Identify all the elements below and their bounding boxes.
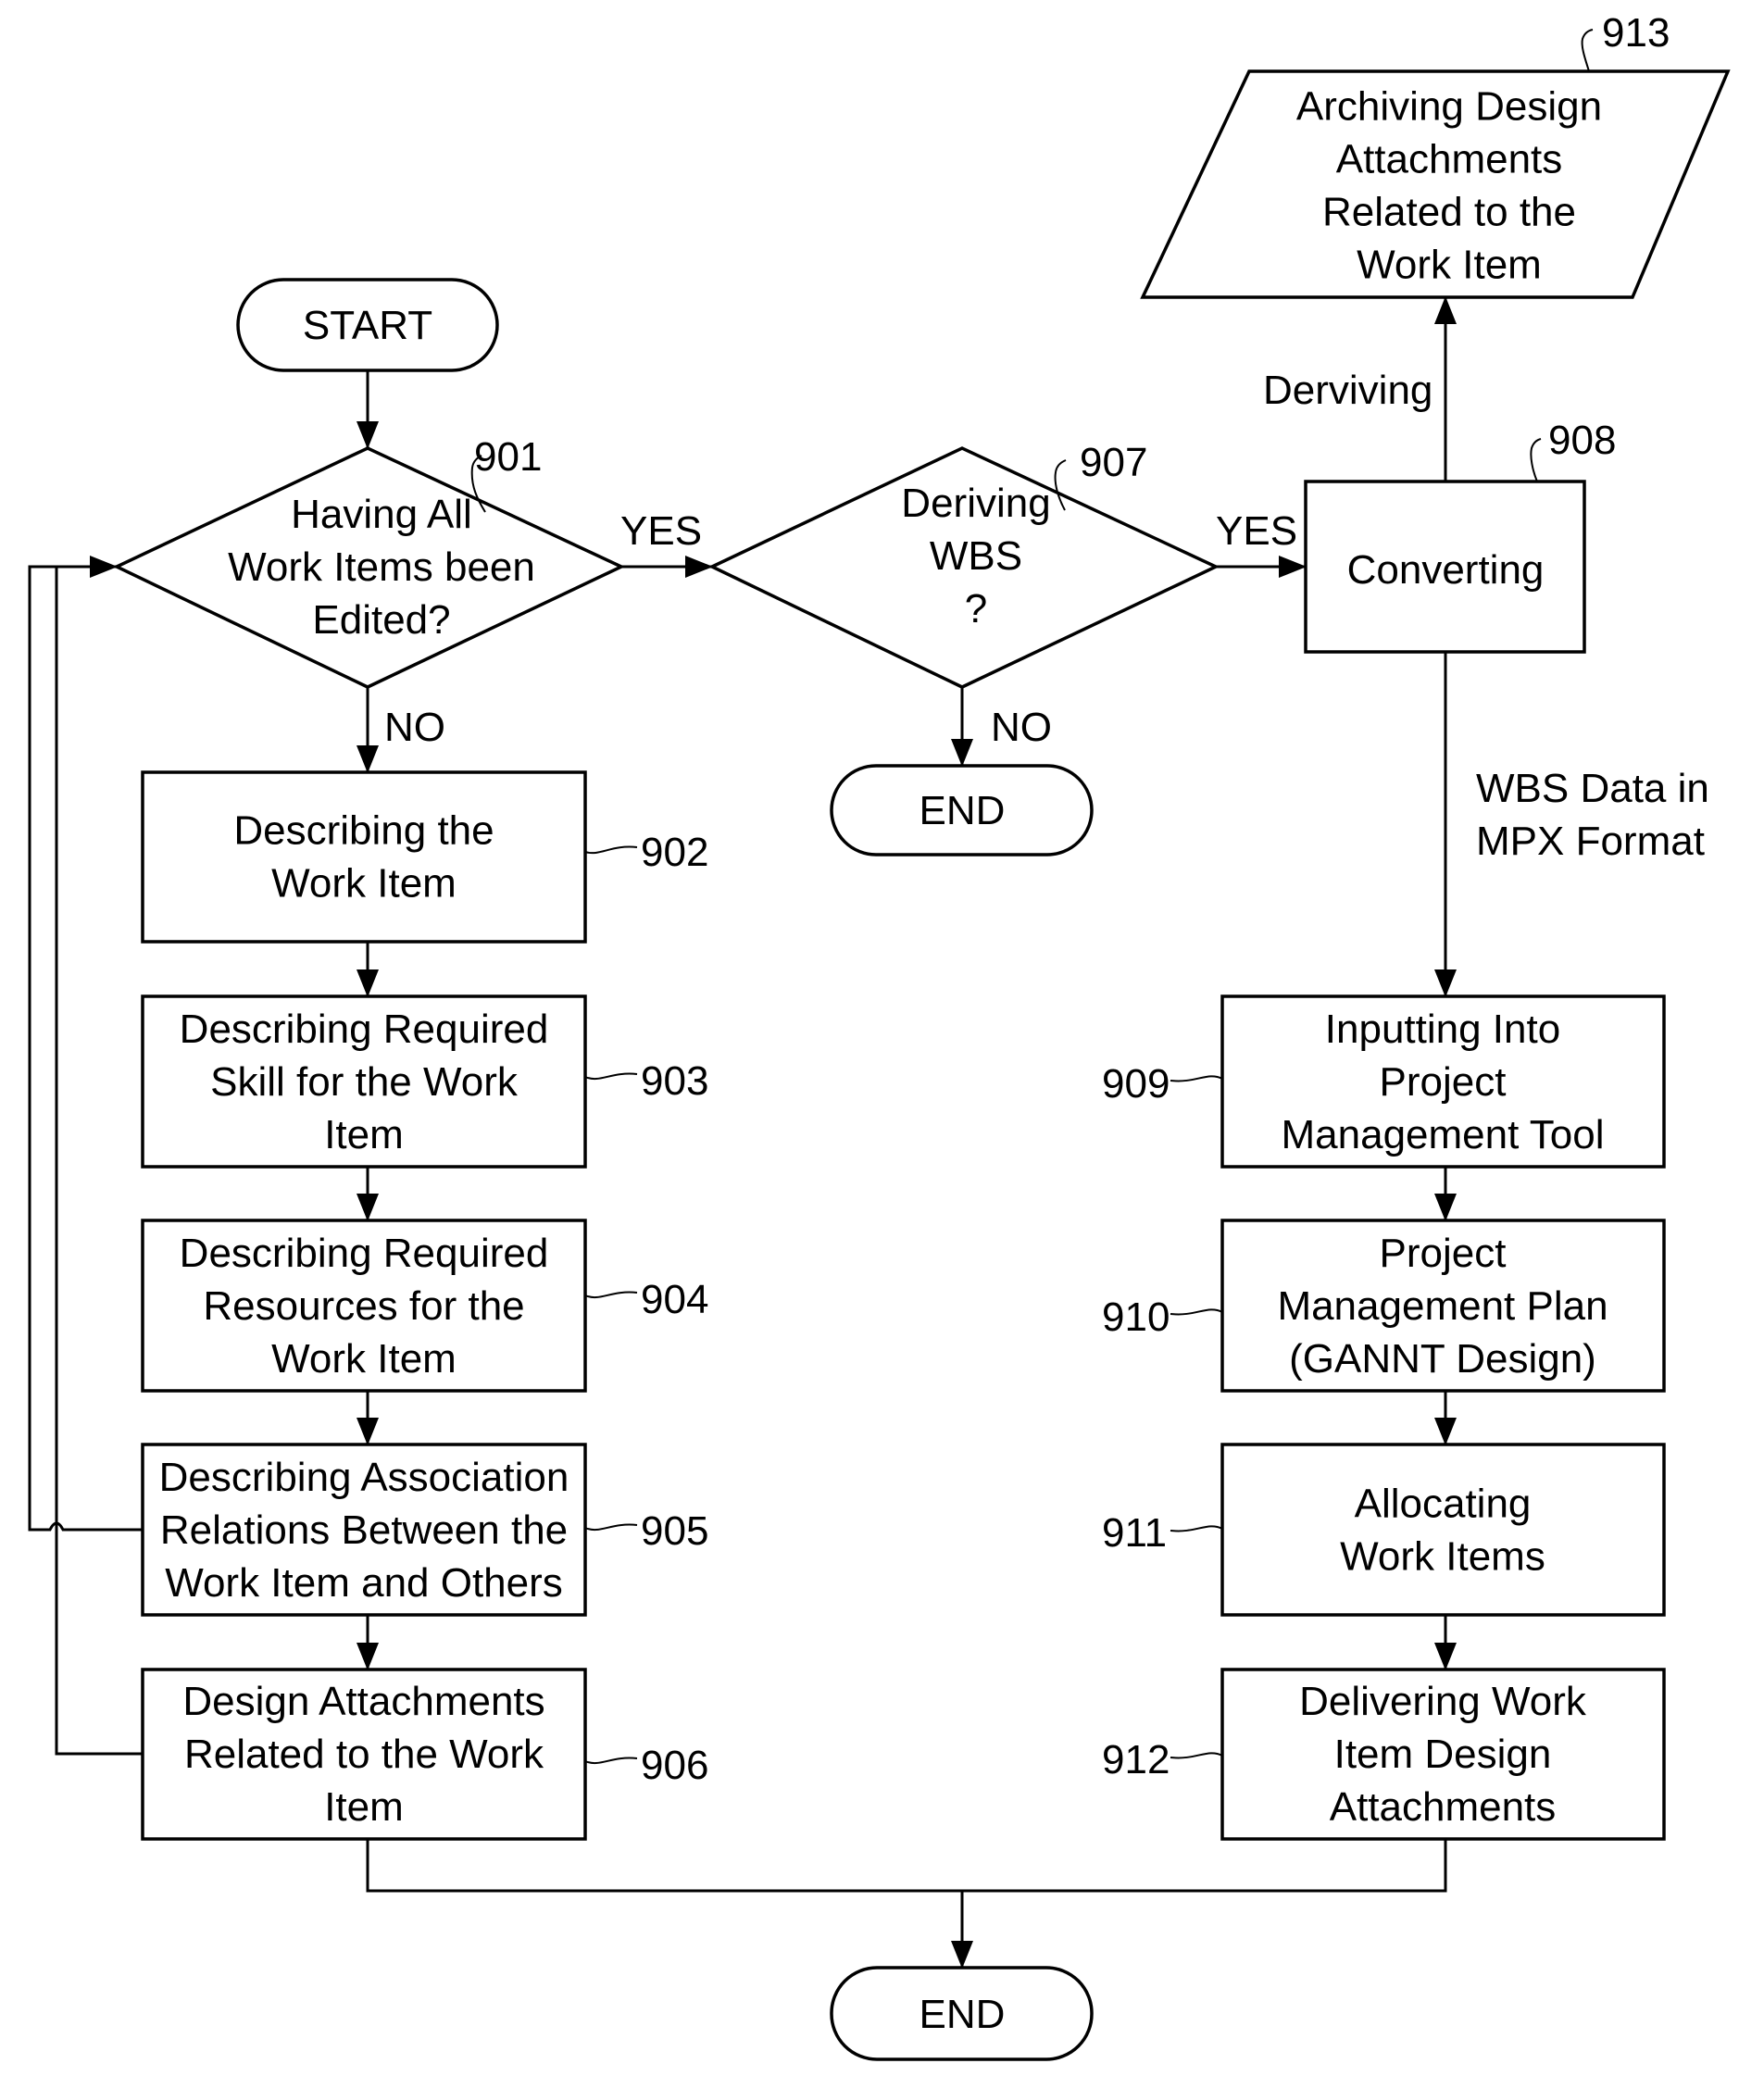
ref-number-904: 904 [641, 1277, 708, 1322]
ref-leader-905 [584, 1523, 638, 1532]
node-label-line: Item [324, 1112, 404, 1157]
node-label-line: Attachments [1330, 1784, 1557, 1830]
node-label-line: Management Plan [1277, 1283, 1608, 1329]
ref-number-908: 908 [1548, 418, 1616, 463]
node-label-line: Converting [1347, 547, 1545, 593]
node-label-line: ? [965, 586, 987, 632]
node-label-line: Related to the [1322, 190, 1576, 235]
edge-label-yes-901: YES [620, 508, 702, 554]
node-909-process: Inputting Into Project Management Tool 909 [1102, 994, 1666, 1169]
node-label-line: Design Attachments [182, 1679, 544, 1724]
node-label-line: Delivering Work [1299, 1679, 1587, 1724]
ref-leader-913 [1581, 29, 1594, 72]
ref-number-906: 906 [641, 1743, 708, 1788]
node-903-process: Describing Required Skill for the Work Ite… [141, 994, 708, 1169]
node-end-1: END [830, 764, 1094, 857]
node-label-line: Work Item [271, 1336, 457, 1382]
ref-number-902: 902 [641, 830, 708, 875]
node-902-process: Describing the Work Item 902 [141, 770, 708, 944]
node-label-line: Having All [291, 492, 472, 537]
node-907-decision: Deriving WBS? 907 [707, 440, 1220, 689]
node-label-line: Skill for the Work [210, 1059, 519, 1105]
ref-leader-906 [584, 1757, 638, 1765]
node-912-process: Delivering Work Item Design Attachments 91… [1102, 1668, 1666, 1841]
node-label-line: Allocating [1355, 1482, 1532, 1527]
process-box-shape [141, 770, 587, 944]
edge-label-no-901: NO [384, 705, 445, 750]
node-label: END [920, 1992, 1006, 2037]
ref-leader-912 [1170, 1752, 1223, 1759]
node-label-line: END [920, 1992, 1006, 2037]
node-label-line: Describing Required [180, 1007, 549, 1052]
ref-leader-910 [1170, 1308, 1223, 1316]
node-905-process: Describing Association Relations Between … [141, 1443, 708, 1617]
node-end-2: END [830, 1966, 1094, 2061]
node-label-line: Item [324, 1784, 404, 1830]
node-label-line: START [303, 303, 432, 348]
node-label: Describing Association Relations Between … [159, 1455, 569, 1606]
node-label-line: Item Design [1334, 1732, 1552, 1777]
node-label-line: Deriving [901, 481, 1050, 526]
node-label-line: Project [1380, 1059, 1507, 1105]
node-910-process: Project Management Plan (GANNT Design) 910 [1102, 1219, 1666, 1393]
node-label: Converting [1347, 547, 1545, 593]
edge-906-merge [366, 1839, 1447, 1893]
edge-label-deriving: Derviving [1263, 368, 1432, 413]
node-label-line: Edited? [312, 597, 450, 643]
node-901-decision: Having All Work Items been Edited? 901 [112, 434, 626, 689]
node-913-data: Archiving Design Attachments Related to th… [1140, 10, 1731, 299]
ref-leader-909 [1170, 1075, 1223, 1082]
node-label-line: Work Item and Others [165, 1560, 563, 1606]
ref-number-909: 909 [1102, 1061, 1170, 1107]
process-box-shape [1220, 1443, 1666, 1617]
ref-leader-903 [584, 1072, 638, 1081]
ref-leader-904 [584, 1291, 638, 1299]
node-label: Delivering Work Item Design Attachments [1299, 1679, 1587, 1830]
node-label-line: Describing Required [180, 1231, 549, 1276]
ref-number-910: 910 [1102, 1294, 1170, 1340]
node-label-line: Work Items been [228, 544, 535, 590]
ref-number-911: 911 [1102, 1510, 1167, 1556]
node-label-line: Management Tool [1282, 1112, 1605, 1157]
ref-leader-911 [1170, 1525, 1223, 1532]
ref-number-901: 901 [474, 434, 542, 480]
ref-leader-908 [1530, 438, 1542, 482]
node-label-line: Attachments [1336, 137, 1563, 182]
node-908-process: Converting 908 [1304, 418, 1616, 654]
node-label: START [303, 303, 432, 348]
node-label-line: Relations Between the [160, 1507, 568, 1553]
ref-number-907: 907 [1080, 440, 1147, 485]
node-911-process: Allocating Work Items 911 [1102, 1443, 1666, 1617]
edge-label-wbs-line1: WBS Data in [1476, 766, 1709, 811]
node-label-line: Work Items [1340, 1534, 1545, 1580]
node-label-line: Project [1380, 1231, 1507, 1276]
node-label-line: WBS [930, 533, 1022, 579]
edge-905-loop-901 [28, 556, 143, 1532]
ref-number-913: 913 [1602, 10, 1670, 56]
node-label-line: (GANNT Design) [1289, 1336, 1596, 1382]
node-label-line: END [920, 788, 1006, 833]
node-904-process: Describing Required Resources for the Work… [141, 1219, 708, 1393]
edge-906-loop-901 [55, 567, 143, 1756]
ref-number-903: 903 [641, 1058, 708, 1104]
ref-number-912: 912 [1102, 1737, 1170, 1782]
node-label-line: Archiving Design [1296, 84, 1602, 130]
edge-label-yes-907: YES [1216, 508, 1297, 554]
node-label-line: Describing the [233, 808, 494, 854]
edge-label-wbs-line2: MPX Format [1476, 819, 1705, 864]
node-label-line: Work Item [271, 861, 457, 907]
node-label: END [920, 788, 1006, 833]
node-label-line: Inputting Into [1325, 1007, 1560, 1052]
edge-label-no-907: NO [991, 705, 1052, 750]
node-label-line: Describing Association [159, 1455, 569, 1500]
node-label-line: Resources for the [203, 1283, 524, 1329]
node-start: START [236, 278, 499, 372]
ref-leader-902 [584, 845, 638, 855]
flowchart-canvas: YES NO YES NO Derviving WBS Data in MPX … [28, 10, 1731, 2061]
node-906-process: Design Attachments Related to the Work Ite… [141, 1668, 708, 1841]
node-label-line: Related to the Work [184, 1732, 544, 1777]
ref-number-905: 905 [641, 1508, 708, 1554]
node-label-line: Work Item [1357, 243, 1542, 288]
